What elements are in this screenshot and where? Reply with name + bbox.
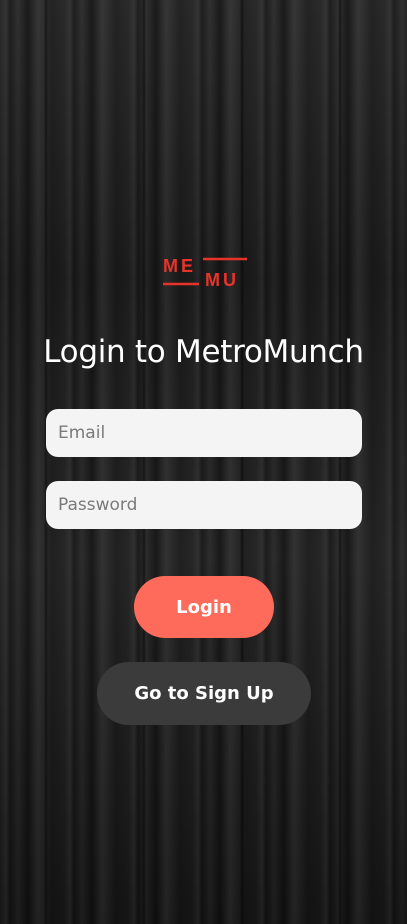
password-field[interactable] bbox=[46, 481, 362, 529]
status-bar bbox=[0, 0, 407, 48]
login-button[interactable]: Login bbox=[134, 576, 274, 638]
go-to-signup-button[interactable]: Go to Sign Up bbox=[97, 662, 311, 725]
memu-logo: ME MU bbox=[163, 256, 247, 290]
logo-top-letters: ME bbox=[163, 256, 196, 276]
email-field[interactable] bbox=[46, 409, 362, 457]
login-screen: ME MU Login to MetroMunch Login Go to Si… bbox=[0, 0, 407, 924]
page-title: Login to MetroMunch bbox=[43, 334, 364, 370]
logo-bottom-letters: MU bbox=[205, 270, 239, 290]
